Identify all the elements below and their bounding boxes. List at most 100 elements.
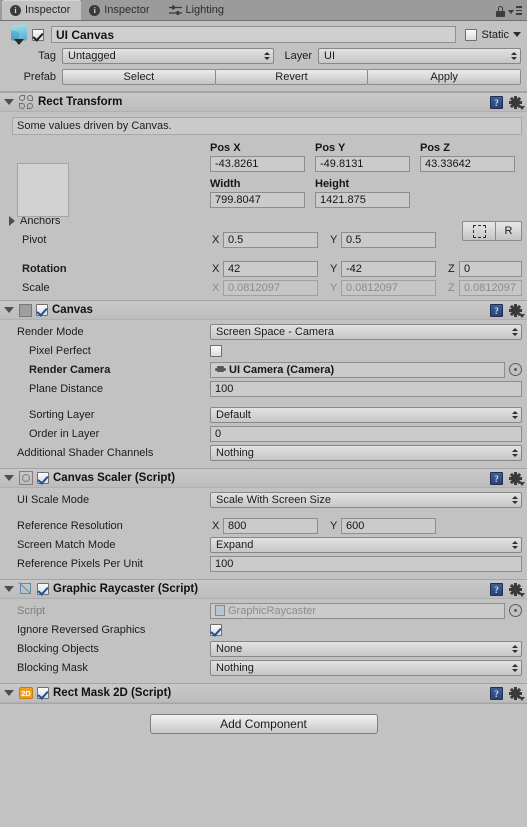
anchor-preset-button[interactable]: [462, 221, 496, 241]
canvas-header[interactable]: Canvas ?: [0, 301, 527, 320]
canvas-scaler-header[interactable]: Canvas Scaler (Script) ?: [0, 469, 527, 488]
component-canvas-scaler: Canvas Scaler (Script) ? UI Scale Mode S…: [0, 468, 527, 579]
tag-dropdown[interactable]: Untagged: [62, 48, 274, 64]
anchor-buttons: R: [462, 221, 522, 241]
canvas-enabled-checkbox[interactable]: [36, 304, 48, 316]
tag-value: Untagged: [68, 50, 116, 62]
static-label: Static: [481, 28, 509, 41]
foldout-icon[interactable]: [4, 586, 14, 592]
rotation-label: Rotation: [22, 262, 67, 275]
canvas-scaler-icon: [19, 471, 33, 485]
gameobject-name-value: UI Canvas: [56, 27, 115, 42]
chevron-updown-icon: [511, 410, 518, 419]
help-icon[interactable]: ?: [490, 95, 503, 109]
help-icon[interactable]: ?: [490, 582, 503, 596]
component-graphic-raycaster: Graphic Raycaster (Script) ? Script Grap…: [0, 579, 527, 683]
pos-z-field[interactable]: 43.33642: [420, 156, 515, 172]
screen-match-mode-dropdown[interactable]: Expand: [210, 536, 522, 553]
help-icon[interactable]: ?: [490, 471, 503, 485]
rect-mask-2d-enabled-checkbox[interactable]: [37, 687, 49, 699]
sorting-layer-dropdown[interactable]: Default: [210, 406, 522, 423]
render-mode-dropdown[interactable]: Screen Space - Camera: [210, 323, 522, 340]
static-checkbox[interactable]: [465, 28, 478, 41]
plane-distance-field[interactable]: 100: [210, 380, 522, 397]
foldout-icon[interactable]: [4, 99, 14, 105]
prefab-apply-button[interactable]: Apply: [368, 69, 522, 85]
gear-icon[interactable]: [509, 686, 525, 701]
canvas-scaler-enabled-checkbox[interactable]: [37, 472, 49, 484]
pos-y-header: Pos Y: [315, 142, 346, 154]
render-camera-field[interactable]: UI Camera (Camera): [210, 361, 505, 378]
component-title: Canvas: [52, 304, 93, 316]
foldout-icon[interactable]: [4, 690, 14, 696]
width-field[interactable]: 799.8047: [210, 192, 305, 208]
anchors-foldout-icon[interactable]: [9, 215, 15, 226]
rotation-x-field[interactable]: 42: [223, 260, 318, 277]
reference-resolution-y-field[interactable]: 600: [341, 517, 436, 534]
prefab-select-label: Select: [123, 71, 155, 83]
prefab-select-button[interactable]: Select: [62, 69, 216, 85]
chevron-down-icon[interactable]: [513, 32, 521, 37]
ignore-reversed-checkbox[interactable]: [210, 623, 222, 636]
pos-y-field[interactable]: -49.8131: [315, 156, 410, 172]
tab-inspector-1[interactable]: i Inspector: [2, 0, 82, 20]
scale-y-axis: Y: [330, 281, 338, 294]
foldout-icon[interactable]: [4, 475, 14, 481]
pos-x-field[interactable]: -43.8261: [210, 156, 305, 172]
ui-scale-mode-dropdown[interactable]: Scale With Screen Size: [210, 491, 522, 508]
tab-lighting[interactable]: Lighting: [161, 0, 236, 20]
order-in-layer-label: Order in Layer: [29, 427, 100, 440]
tag-label: Tag: [38, 50, 56, 62]
gameobject-enabled-checkbox[interactable]: [32, 28, 44, 41]
gear-icon[interactable]: [509, 582, 525, 597]
rect-mask-2d-header[interactable]: 2D Rect Mask 2D (Script) ?: [0, 684, 527, 703]
help-icon[interactable]: ?: [490, 686, 503, 700]
rotation-y-field[interactable]: -42: [341, 260, 436, 277]
pixel-perfect-checkbox[interactable]: [210, 344, 222, 357]
screen-match-mode-value: Expand: [216, 538, 254, 551]
order-in-layer-field[interactable]: 0: [210, 425, 522, 442]
ui-scale-mode-label: UI Scale Mode: [17, 493, 90, 506]
pivot-x-axis: X: [212, 233, 220, 246]
rect-mask-2d-icon: 2D: [19, 687, 33, 699]
object-picker-icon[interactable]: [509, 363, 522, 376]
foldout-icon[interactable]: [4, 307, 14, 313]
add-component-label: Add Component: [220, 717, 307, 731]
blocking-mask-dropdown[interactable]: Nothing: [210, 659, 522, 676]
blueprint-mode-button[interactable]: R: [496, 221, 522, 241]
object-picker-icon[interactable]: [509, 604, 522, 617]
help-icon[interactable]: ?: [490, 303, 503, 317]
gear-icon[interactable]: [509, 303, 525, 318]
scale-x-field: 0.0812097: [223, 279, 318, 296]
height-field[interactable]: 1421.875: [315, 192, 410, 208]
layer-value: UI: [324, 50, 335, 62]
prefab-label: Prefab: [23, 71, 56, 83]
menu-icon[interactable]: [508, 6, 522, 17]
anchor-preview[interactable]: [17, 163, 69, 217]
gear-icon[interactable]: [509, 471, 525, 486]
add-component-button[interactable]: Add Component: [149, 714, 378, 734]
lock-icon[interactable]: [496, 6, 505, 17]
blueprint-label: R: [504, 225, 513, 237]
graphic-raycaster-header[interactable]: Graphic Raycaster (Script) ?: [0, 580, 527, 599]
blocking-objects-dropdown[interactable]: None: [210, 640, 522, 657]
rect-transform-header[interactable]: Rect Transform ?: [0, 93, 527, 112]
tab-inspector-2[interactable]: i Inspector: [81, 0, 160, 20]
reference-ppu-field[interactable]: 100: [210, 555, 522, 572]
rect-transform-info: Some values driven by Canvas.: [12, 117, 522, 135]
component-title: Canvas Scaler (Script): [53, 472, 176, 484]
graphic-raycaster-enabled-checkbox[interactable]: [37, 583, 49, 595]
layer-dropdown[interactable]: UI: [318, 48, 521, 64]
gameobject-name-field[interactable]: UI Canvas: [51, 26, 457, 43]
gameobject-cube-icon: [8, 22, 32, 46]
pivot-y-field[interactable]: 0.5: [341, 231, 436, 248]
shader-channels-dropdown[interactable]: Nothing: [210, 444, 522, 461]
gear-icon[interactable]: [509, 95, 525, 110]
prefab-revert-button[interactable]: Revert: [215, 69, 369, 85]
rotation-y-axis: Y: [330, 262, 338, 275]
rect-transform-icon: [19, 94, 34, 110]
reference-resolution-x-field[interactable]: 800: [223, 517, 318, 534]
component-title: Graphic Raycaster (Script): [53, 583, 199, 595]
pivot-x-field[interactable]: 0.5: [223, 231, 318, 248]
rotation-z-field[interactable]: 0: [459, 260, 522, 277]
